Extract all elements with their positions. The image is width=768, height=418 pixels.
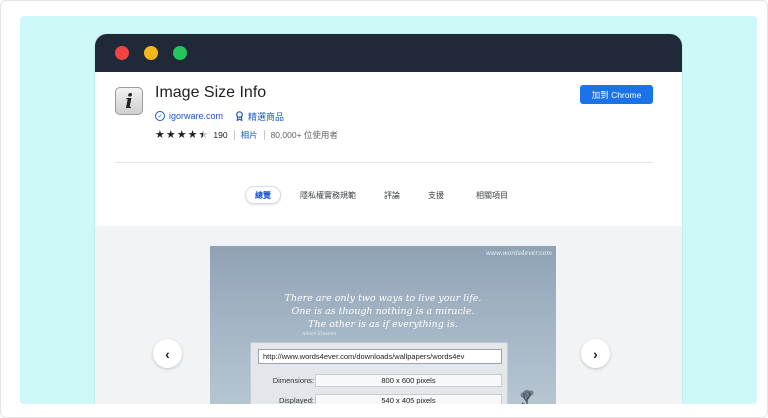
browser-window: i Image Size Info ✓ igorware.com 精選商品 ★ … [95,34,682,404]
user-count: 80,000+ 位使用者 [270,130,338,140]
divider [115,162,653,163]
quote-line: There are only two ways to live your lif… [284,293,482,304]
divider [233,130,235,140]
background-panel: i Image Size Info ✓ igorware.com 精選商品 ★ … [20,16,757,404]
star-icon: ★ [165,128,176,141]
minimize-window-button[interactable] [144,46,158,60]
star-icon: ★ [155,128,165,141]
tab-privacy[interactable]: 隱私權實務規範 [293,186,363,204]
frame: i Image Size Info ✓ igorware.com 精選商品 ★ … [0,0,768,418]
watermark-text: www.words4ever.com [485,250,552,257]
quote-line: One is as though nothing is a miracle. [291,306,475,317]
featured-label[interactable]: 精選商品 [248,110,284,123]
chevron-right-icon[interactable]: › [581,339,610,368]
screenshot-image: www.words4ever.com There are only two wa… [210,246,556,404]
dimensions-label: Dimensions: [272,376,314,385]
tab-overview[interactable]: 總覽 [245,186,281,204]
tab-reviews[interactable]: 評論 [377,186,407,204]
publisher-row: ✓ igorware.com 精選商品 [155,109,284,123]
tab-related[interactable]: 相關項目 [467,186,517,204]
quote-text: There are only two ways to live your lif… [210,292,556,331]
featured-badge-icon [235,111,244,121]
divider [263,130,265,140]
tab-bar: 總覽 隱私權實務規範 評論 支援 相關項目 [95,186,682,204]
extension-title: Image Size Info [155,84,267,101]
rating-stars: ★ ★ ★ ★ ★ [155,128,209,141]
info-i-icon: i [115,87,143,115]
displayed-label: Displayed: [278,396,314,404]
quote-author: Albert Einstein [302,332,337,337]
publisher-link[interactable]: igorware.com [169,111,223,121]
chevron-left-icon[interactable]: ‹ [153,339,182,368]
image-info-box: http://www.words4ever.com/downloads/wall… [250,342,508,404]
image-url-field: http://www.words4ever.com/downloads/wall… [258,349,502,364]
rating-count[interactable]: 190 [213,130,227,140]
verified-check-icon: ✓ [155,111,165,121]
maximize-window-button[interactable] [173,46,187,60]
quote-line: The other is as if everything is. [308,319,458,330]
extension-icon-glyph: i [125,89,133,113]
star-icon: ★ [176,128,187,141]
close-window-button[interactable] [115,46,129,60]
window-titlebar [95,34,682,72]
rating-row: ★ ★ ★ ★ ★ 190 相片 80,000+ 位使用者 [155,128,338,142]
star-icon: ★ [187,128,198,141]
dimensions-value: 800 x 600 pixels [315,374,502,387]
add-to-chrome-button[interactable]: 加到 Chrome [580,85,653,104]
tab-support[interactable]: 支援 [421,186,451,204]
tree-silhouette [520,390,534,404]
category-link[interactable]: 相片 [241,129,258,141]
half-star-icon: ★ [199,129,209,141]
displayed-value: 540 x 405 pixels [315,394,502,404]
